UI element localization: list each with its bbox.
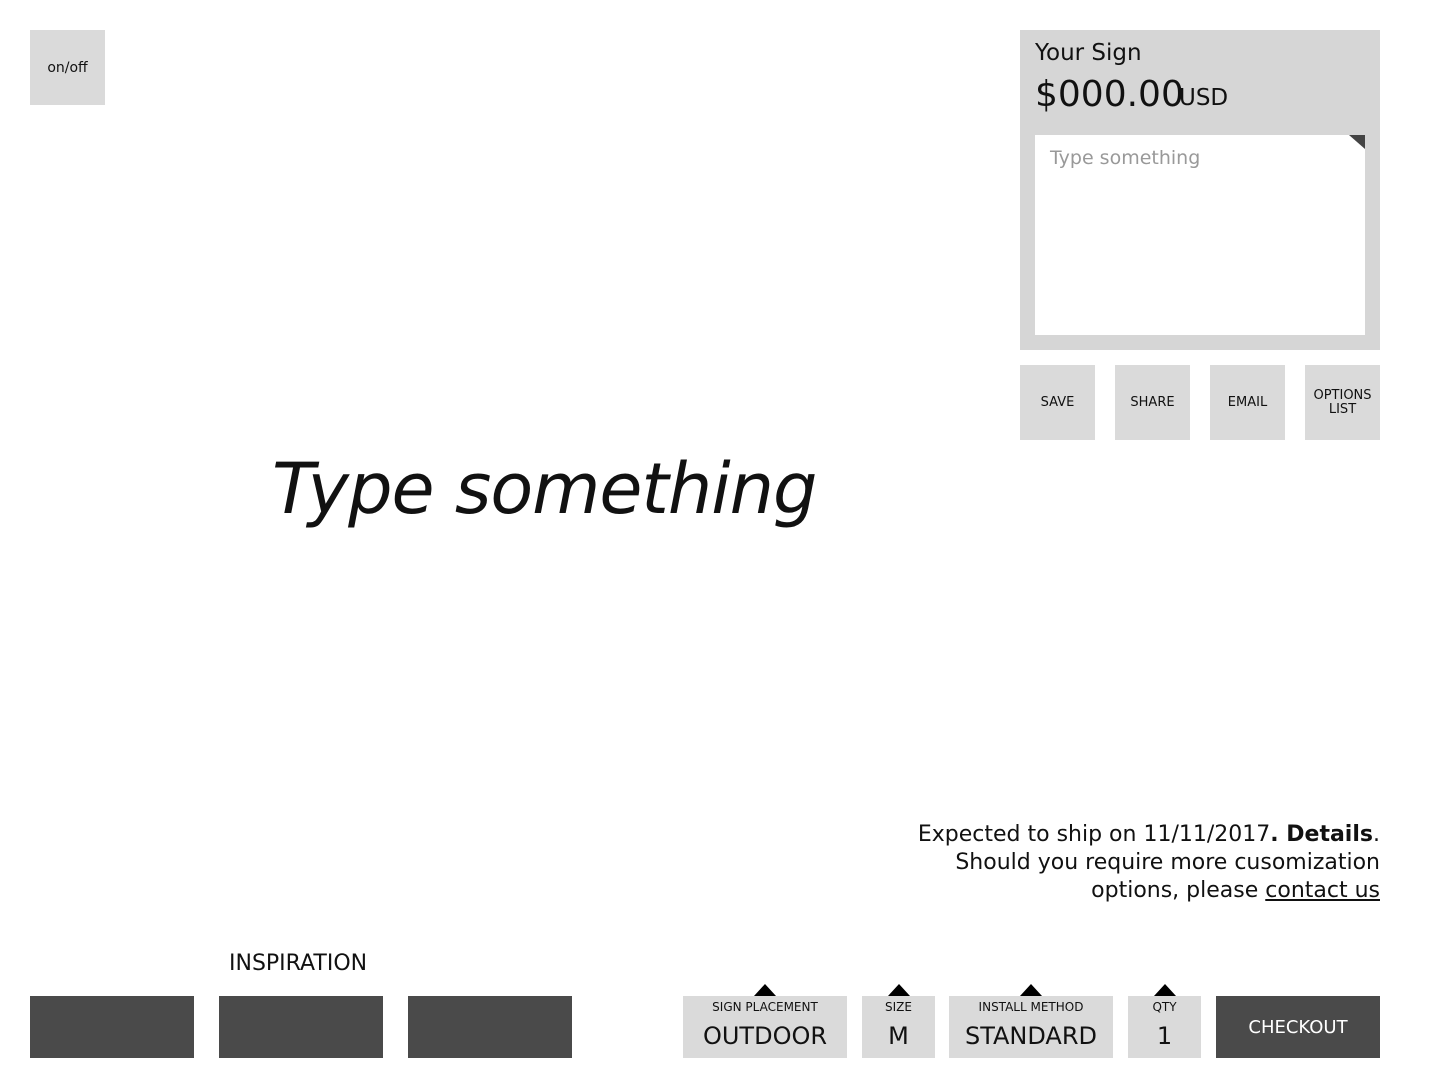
size-selector[interactable]: SIZE M (862, 984, 935, 1058)
contact-us-link[interactable]: contact us (1265, 878, 1380, 903)
inspiration-thumbnail[interactable] (408, 996, 572, 1058)
sign-preview-text: Type something (272, 448, 817, 530)
contact-prefix-text: options, please (1091, 878, 1266, 903)
sign-text-input[interactable] (1035, 135, 1365, 335)
details-link[interactable]: . Details (1270, 822, 1373, 847)
save-button[interactable]: SAVE (1020, 365, 1095, 440)
sign-placement-selector[interactable]: SIGN PLACEMENT OUTDOOR (683, 984, 847, 1058)
caret-up-icon[interactable] (1153, 984, 1176, 996)
caret-up-icon[interactable] (754, 984, 776, 996)
sign-placement-label: SIGN PLACEMENT (712, 1000, 818, 1014)
caret-up-icon[interactable] (887, 984, 910, 996)
sign-placement-value: OUTDOOR (702, 1022, 828, 1050)
options-label-line2: LIST (1328, 401, 1357, 417)
checkout-button[interactable]: CHECKOUT (1216, 996, 1380, 1058)
inspiration-heading: INSPIRATION (229, 951, 368, 976)
customization-text: Should you require more cusomization (955, 850, 1380, 875)
inspiration-thumbnail[interactable] (30, 996, 194, 1058)
email-button[interactable]: EMAIL (1210, 365, 1285, 440)
resize-handle-icon[interactable] (1349, 135, 1365, 149)
inspiration-thumbnail[interactable] (219, 996, 383, 1058)
size-value: M (888, 1022, 909, 1050)
options-label-line1: OPTIONS (1313, 387, 1372, 403)
sign-title: Your Sign (1035, 40, 1142, 66)
quantity-selector[interactable]: QTY 1 (1128, 984, 1201, 1058)
ship-period: . (1373, 822, 1380, 847)
sign-currency: USD (1179, 85, 1229, 111)
shipping-info: Expected to ship on 11/11/2017. Details.… (860, 821, 1380, 905)
install-method-selector[interactable]: INSTALL METHOD STANDARD (949, 984, 1113, 1058)
sign-price: $000.00 (1035, 74, 1184, 115)
caret-up-icon[interactable] (1020, 984, 1042, 996)
options-list-label: OPTIONS LIST (1313, 387, 1372, 417)
install-method-label: INSTALL METHOD (978, 1000, 1084, 1014)
ship-date-text: Expected to ship on 11/11/2017 (917, 822, 1271, 847)
on-off-toggle-button[interactable]: on/off (30, 30, 105, 105)
share-button[interactable]: SHARE (1115, 365, 1190, 440)
install-method-value: STANDARD (964, 1022, 1098, 1050)
sign-panel: Your Sign $000.00 USD (1020, 30, 1380, 350)
options-list-button[interactable]: OPTIONS LIST (1305, 365, 1380, 440)
quantity-value: 1 (1156, 1022, 1173, 1050)
quantity-label: QTY (1152, 1000, 1177, 1014)
size-label: SIZE (885, 1000, 912, 1014)
